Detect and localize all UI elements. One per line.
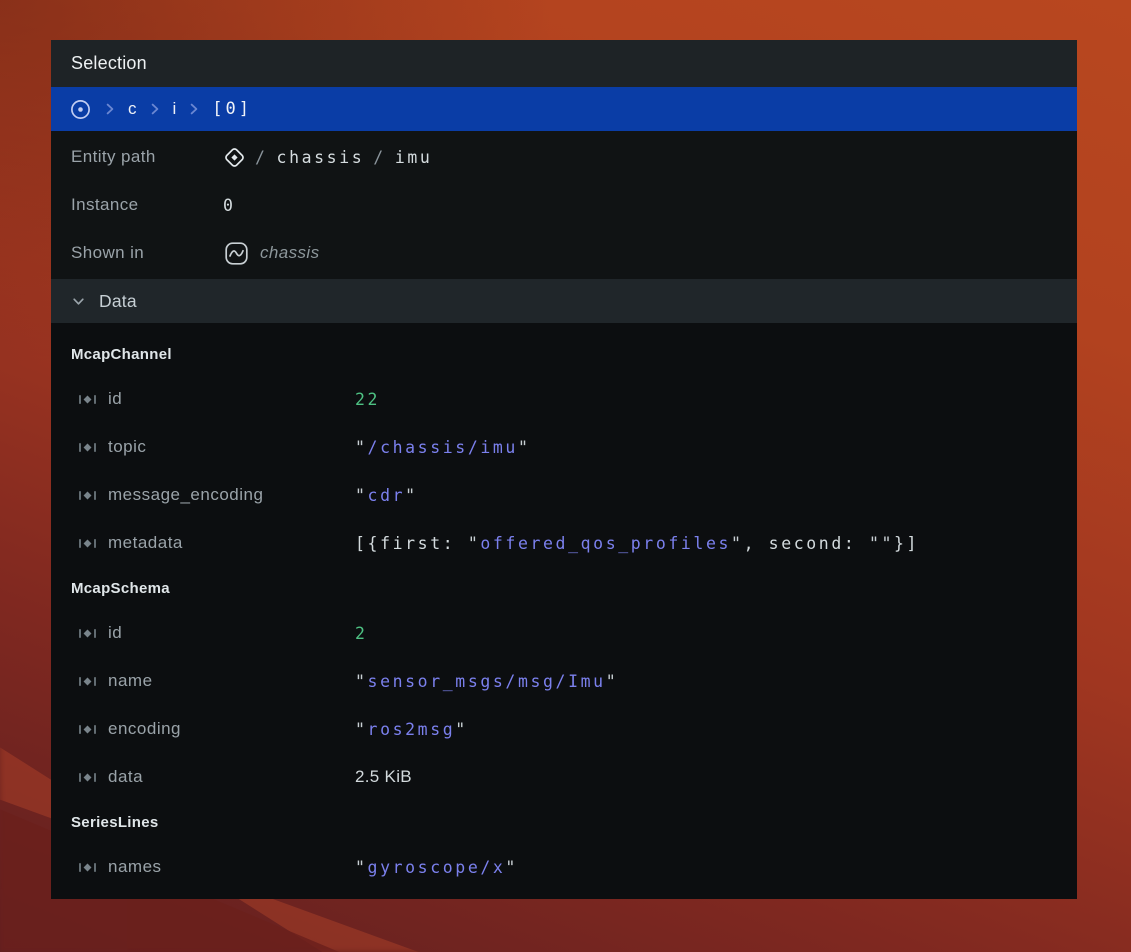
entity-diamond-icon	[223, 146, 246, 169]
component-label: data	[108, 767, 143, 787]
instance-value: 0	[223, 196, 236, 215]
archetype-title-serieslines: SeriesLines	[71, 801, 1057, 843]
component-value-string: "cdr"	[355, 486, 1057, 505]
breadcrumb: c i [0]	[51, 87, 1077, 131]
chevron-right-icon	[189, 102, 199, 116]
chevron-right-icon	[105, 102, 115, 116]
instance-label: Instance	[71, 195, 223, 215]
component-icon	[78, 392, 97, 407]
component-value-number: 2	[355, 624, 1057, 643]
path-separator: /	[255, 148, 268, 167]
component-icon	[78, 674, 97, 689]
component-label: message_encoding	[108, 485, 263, 505]
component-icon	[78, 440, 97, 455]
selection-panel: Selection c i [0] Entity path	[51, 40, 1077, 898]
component-label: id	[108, 623, 122, 643]
shown-in-row: Shown in chassis	[71, 229, 1057, 277]
component-value-size: 2.5 KiB	[355, 767, 1057, 787]
component-label: name	[108, 671, 153, 691]
entity-path-label: Entity path	[71, 147, 223, 167]
component-row-names: names "gyroscope/x"	[71, 843, 1057, 891]
shown-in-label: Shown in	[71, 243, 223, 263]
component-value-string: "gyroscope/x"	[355, 858, 1057, 877]
path-segment[interactable]: chassis	[277, 148, 365, 167]
shown-in-view-name: chassis	[260, 243, 320, 263]
data-section-header[interactable]: Data	[51, 279, 1077, 323]
entity-path-row: Entity path / chassis / imu	[71, 133, 1057, 181]
component-row-id: id 22	[71, 375, 1057, 423]
shown-in-view-link[interactable]: chassis	[223, 240, 320, 267]
timeseries-view-icon	[223, 240, 250, 267]
component-label: metadata	[108, 533, 183, 553]
component-row-message-encoding: message_encoding "cdr"	[71, 471, 1057, 519]
component-icon	[78, 722, 97, 737]
component-label: names	[108, 857, 162, 877]
component-row-id: id 2	[71, 609, 1057, 657]
component-row-data: data 2.5 KiB	[71, 753, 1057, 801]
archetype-title-mcapschema: McapSchema	[71, 567, 1057, 609]
component-icon	[78, 770, 97, 785]
component-value-string: "sensor_msgs/msg/Imu"	[355, 672, 1057, 691]
component-label: topic	[108, 437, 146, 457]
component-value-composite: [{first: "offered_qos_profiles", second:…	[355, 534, 1057, 553]
recording-target-icon[interactable]	[69, 98, 92, 121]
component-row-name: name "sensor_msgs/msg/Imu"	[71, 657, 1057, 705]
component-value-string: "/chassis/imu"	[355, 438, 1057, 457]
instance-row: Instance 0	[71, 181, 1057, 229]
component-icon	[78, 626, 97, 641]
component-value-number: 22	[355, 390, 1057, 409]
chevron-right-icon	[150, 102, 160, 116]
component-label: encoding	[108, 719, 181, 739]
chevron-down-icon	[71, 294, 86, 309]
path-segment[interactable]: imu	[395, 148, 433, 167]
breadcrumb-item-entity[interactable]: i	[173, 99, 177, 119]
entity-path-value: / chassis / imu	[223, 146, 1057, 169]
breadcrumb-item-instance[interactable]: [0]	[212, 99, 252, 119]
path-separator: /	[373, 148, 386, 167]
archetype-title-mcapchannel: McapChannel	[71, 333, 1057, 375]
component-row-topic: topic "/chassis/imu"	[71, 423, 1057, 471]
entity-overview: Entity path / chassis / imu Instance 0	[51, 131, 1077, 279]
data-section-body: McapChannel id 22 topic "/chassis/imu"	[51, 323, 1077, 899]
component-icon	[78, 860, 97, 875]
panel-title: Selection	[71, 53, 147, 74]
selection-panel-header: Selection	[51, 40, 1077, 87]
breadcrumb-item-entity[interactable]: c	[128, 99, 137, 119]
component-value-string: "ros2msg"	[355, 720, 1057, 739]
component-row-encoding: encoding "ros2msg"	[71, 705, 1057, 753]
component-icon	[78, 488, 97, 503]
component-label: id	[108, 389, 122, 409]
data-section-title: Data	[99, 291, 137, 312]
component-row-metadata: metadata [{first: "offered_qos_profiles"…	[71, 519, 1057, 567]
component-icon	[78, 536, 97, 551]
